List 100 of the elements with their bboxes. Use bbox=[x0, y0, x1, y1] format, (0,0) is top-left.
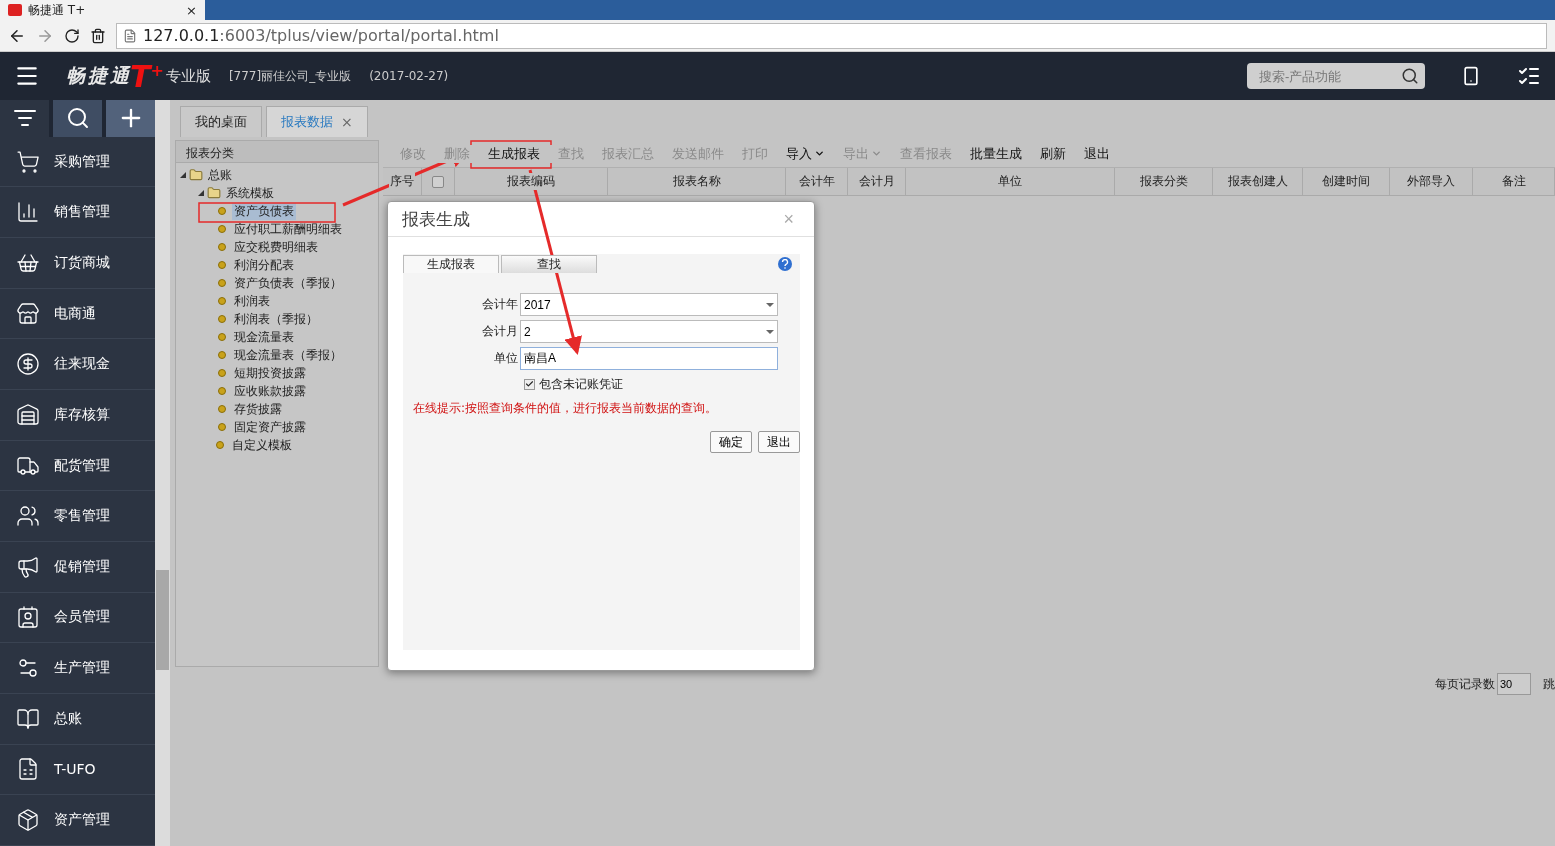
page-icon bbox=[123, 28, 137, 43]
column-header: 报表名称 bbox=[671, 173, 722, 190]
report-icon bbox=[218, 333, 226, 341]
report-icon bbox=[218, 225, 226, 233]
close-tab-button[interactable]: × bbox=[186, 2, 197, 18]
date-label: (2017-02-27) bbox=[369, 69, 449, 83]
search-button[interactable] bbox=[53, 100, 102, 137]
field-label: 单位 bbox=[493, 350, 518, 367]
field-input[interactable]: 2017 bbox=[524, 295, 766, 314]
exit-button[interactable]: 退出 bbox=[758, 431, 800, 453]
close-icon[interactable]: × bbox=[341, 114, 353, 130]
field-label: 会计月 bbox=[481, 323, 518, 340]
filter-button[interactable] bbox=[0, 100, 49, 137]
tree-item[interactable]: 现金流量表（季报） bbox=[232, 346, 344, 364]
tree-item[interactable]: 存货披露 bbox=[232, 400, 284, 418]
company-name: [777]丽佳公司_专业版 bbox=[228, 67, 352, 85]
column-header: 创建时间 bbox=[1321, 173, 1371, 190]
report-icon bbox=[218, 387, 226, 395]
book-icon bbox=[16, 706, 40, 731]
select-all-checkbox[interactable] bbox=[432, 175, 444, 188]
browser-tab[interactable]: 畅捷通 T+ × bbox=[0, 0, 205, 20]
report-icon bbox=[216, 441, 224, 449]
page-size-field[interactable]: 30 bbox=[1497, 673, 1531, 695]
tree-item[interactable]: 资产负债表（季报） bbox=[232, 274, 344, 292]
tree-item[interactable]: 应收账款披露 bbox=[232, 382, 308, 400]
dialog-tab[interactable]: 查找 bbox=[501, 255, 597, 273]
tree-item[interactable]: 应交税费明细表 bbox=[232, 238, 320, 256]
url-path: :6003/tplus/view/portal/portal.html bbox=[219, 26, 499, 45]
column-header: 报表创建人 bbox=[1226, 173, 1289, 190]
column-header: 备注 bbox=[1500, 173, 1527, 190]
report-icon bbox=[218, 369, 226, 377]
tree-item[interactable]: 利润表 bbox=[232, 292, 272, 310]
search-field[interactable]: 搜索-产品功能 bbox=[1247, 63, 1425, 89]
select-field[interactable]: 2017 bbox=[520, 293, 778, 316]
phone-icon[interactable] bbox=[1461, 66, 1481, 86]
tree-item[interactable]: 利润分配表 bbox=[232, 256, 296, 274]
favicon-icon bbox=[8, 4, 22, 16]
jump-label: 跳 bbox=[1543, 675, 1555, 693]
trash-icon[interactable] bbox=[90, 27, 106, 44]
caret-icon bbox=[766, 302, 774, 307]
caret-icon bbox=[766, 329, 774, 334]
dialog-title: 报表生成 bbox=[402, 207, 470, 231]
edition-label: 专业版 bbox=[165, 66, 211, 86]
ok-button[interactable]: 确定 bbox=[710, 431, 752, 453]
caret-icon bbox=[814, 148, 825, 159]
panel-title: 报表分类 bbox=[176, 141, 378, 163]
page-tab[interactable]: 我的桌面 bbox=[180, 106, 262, 137]
logo-mark: T$^{+}$ bbox=[130, 58, 164, 94]
search-icon bbox=[65, 106, 90, 131]
tree-item[interactable]: 短期投资披露 bbox=[232, 364, 308, 382]
hint-text: 在线提示:按照查询条件的值，进行报表当前数据的查询。 bbox=[412, 400, 719, 417]
select-field[interactable]: 2 bbox=[520, 320, 778, 343]
tree-item[interactable]: 现金流量表 bbox=[232, 328, 296, 346]
tree-item[interactable]: 自定义模板 bbox=[230, 436, 294, 454]
tree-item[interactable]: 总账 bbox=[206, 166, 234, 184]
tree-item[interactable]: 系统模板 bbox=[224, 184, 276, 202]
address-field[interactable]: 127.0.0.1:6003/tplus/view/portal/portal.html bbox=[116, 22, 1547, 49]
card-icon bbox=[16, 605, 40, 630]
report-icon bbox=[218, 243, 226, 251]
dialog-tab[interactable]: 生成报表 bbox=[403, 255, 499, 273]
folder-icon bbox=[189, 168, 203, 182]
warehouse-icon bbox=[16, 402, 40, 427]
report-icon bbox=[218, 351, 226, 359]
page-size-label: 每页记录数 bbox=[1435, 675, 1495, 693]
column-header: 单位 bbox=[997, 173, 1023, 190]
report-icon bbox=[218, 315, 226, 323]
checkbox[interactable] bbox=[524, 378, 535, 390]
report-icon bbox=[218, 279, 226, 287]
column-header: 外部导入 bbox=[1406, 173, 1456, 190]
scrollbar[interactable] bbox=[155, 100, 170, 846]
field-label: 会计年 bbox=[481, 296, 518, 313]
report-icon bbox=[218, 423, 226, 431]
column-header: 序号 bbox=[389, 173, 415, 190]
checkbox-label: 包含未记账凭证 bbox=[539, 375, 623, 393]
store-icon bbox=[16, 301, 40, 326]
report-icon bbox=[218, 297, 226, 305]
tree-item[interactable]: 应付职工薪酬明细表 bbox=[232, 220, 344, 238]
bar-chart-icon bbox=[16, 200, 40, 225]
report-icon bbox=[218, 261, 226, 269]
tab-title: 畅捷通 T+ bbox=[28, 1, 87, 19]
megaphone-icon bbox=[16, 554, 40, 579]
report-icon bbox=[218, 405, 226, 413]
column-header: 报表分类 bbox=[1138, 173, 1189, 190]
logo-text: 畅捷通 bbox=[66, 63, 132, 86]
report-icon bbox=[218, 207, 226, 215]
add-button[interactable] bbox=[106, 100, 155, 137]
column-header: 会计年 bbox=[797, 173, 836, 190]
column-header: 报表编码 bbox=[506, 173, 556, 190]
search-input[interactable]: 搜索-产品功能 bbox=[1257, 67, 1401, 85]
help-icon[interactable] bbox=[778, 257, 792, 271]
page-tab[interactable]: 报表数据 × bbox=[266, 106, 368, 137]
field-input[interactable]: 2 bbox=[524, 322, 766, 341]
tree-item[interactable]: 利润表（季报） bbox=[232, 310, 320, 328]
caret-icon bbox=[871, 148, 882, 159]
sheet-icon bbox=[16, 757, 40, 782]
search-icon[interactable] bbox=[1401, 67, 1419, 85]
column-header: 会计月 bbox=[857, 173, 896, 190]
cart-icon bbox=[16, 149, 40, 174]
reload-icon[interactable] bbox=[64, 27, 80, 44]
tree-item[interactable]: 固定资产披露 bbox=[232, 418, 308, 436]
